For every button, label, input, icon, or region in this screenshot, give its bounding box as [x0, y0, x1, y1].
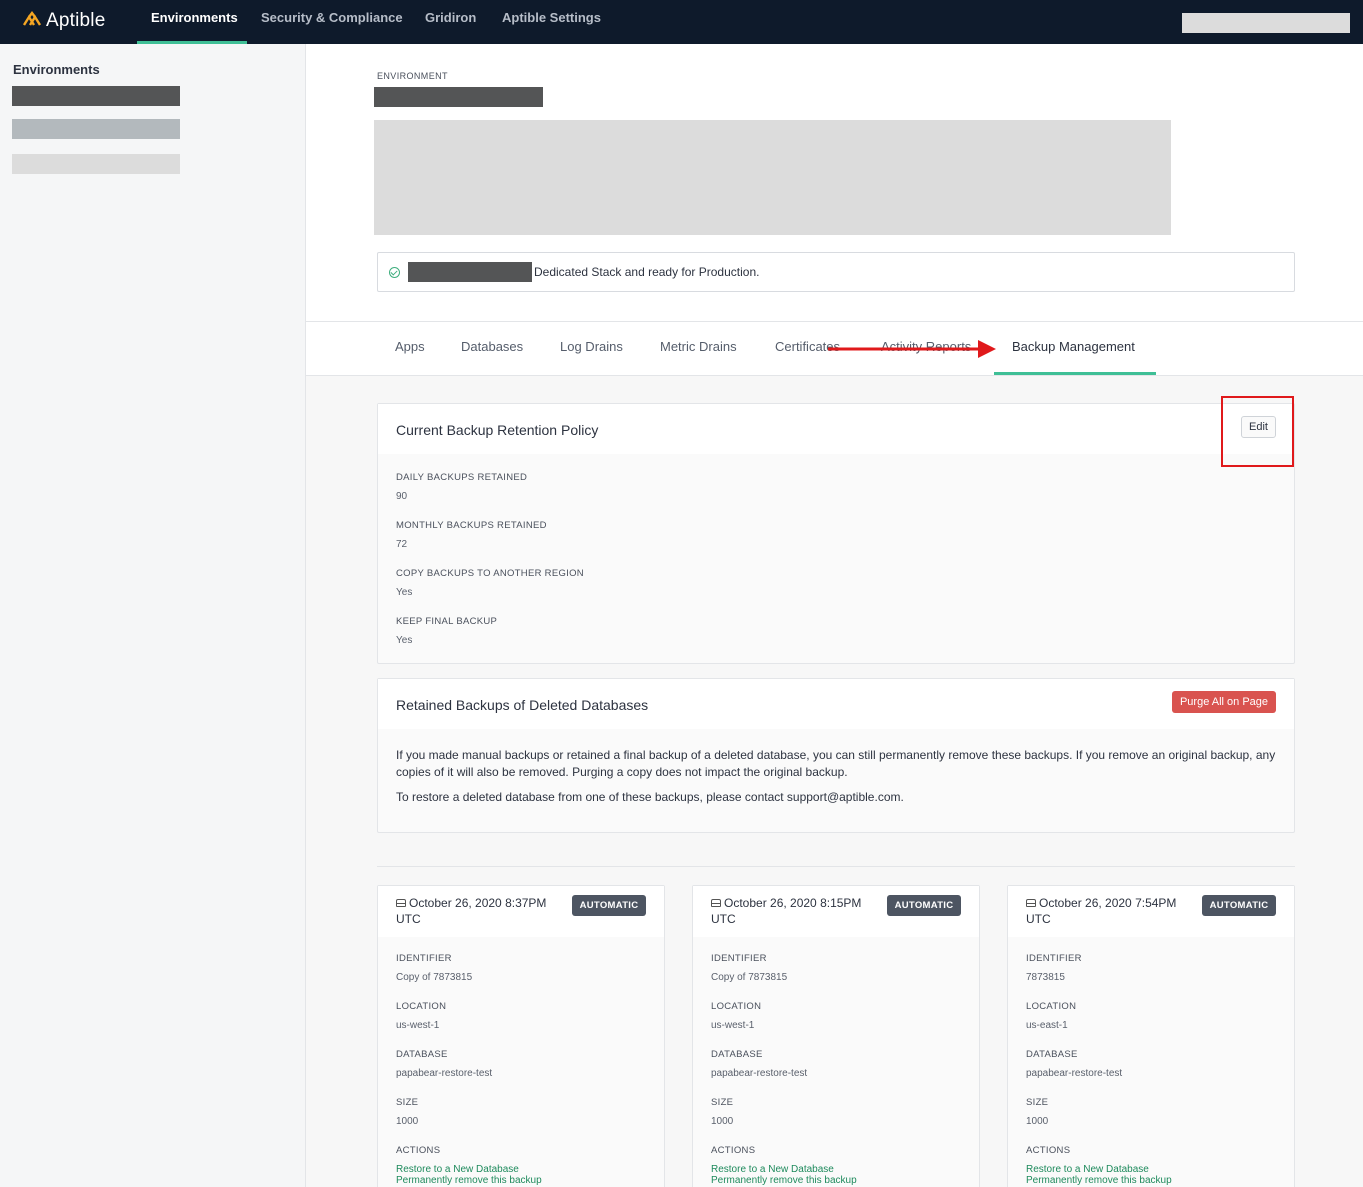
actions-label: ACTIONS [1026, 1145, 1071, 1156]
database-label: DATABASE [396, 1049, 448, 1060]
sidebar-item-redacted[interactable] [12, 119, 180, 139]
disk-icon [1026, 899, 1036, 907]
daily-backups-value: 90 [396, 491, 408, 502]
deleted-backups-contact: To restore a deleted database from one o… [396, 790, 904, 804]
nav-gridiron[interactable]: Gridiron [425, 0, 476, 44]
identifier-label: IDENTIFIER [711, 953, 767, 964]
environment-name-redacted [374, 87, 543, 107]
size-value: 1000 [1026, 1116, 1049, 1127]
retention-policy-header: Current Backup Retention Policy [378, 404, 1294, 454]
size-value: 1000 [396, 1116, 419, 1127]
nav-environments[interactable]: Environments [151, 0, 238, 44]
environment-tabs: Apps Databases Log Drains Metric Drains … [306, 322, 1363, 376]
annotation-highlight-box [1221, 396, 1294, 467]
aptible-logo-icon [22, 11, 42, 26]
location-label: LOCATION [1026, 1001, 1077, 1012]
sidebar-item-redacted[interactable] [12, 86, 180, 106]
copy-backups-value: Yes [396, 587, 413, 598]
tab-databases[interactable]: Databases [461, 339, 523, 354]
backup-date: October 26, 2020 8:37PM UTC [396, 895, 556, 927]
location-value: us-east-1 [1026, 1020, 1068, 1031]
deleted-backups-description: If you made manual backups or retained a… [396, 748, 1276, 779]
backup-card-header: October 26, 2020 7:54PM UTC AUTOMATIC [1008, 886, 1294, 937]
location-label: LOCATION [711, 1001, 762, 1012]
database-value: papabear-restore-test [1026, 1068, 1123, 1079]
keep-final-backup-label: KEEP FINAL BACKUP [396, 616, 498, 627]
monthly-backups-label: MONTHLY BACKUPS RETAINED [396, 520, 547, 531]
size-label: SIZE [1026, 1097, 1049, 1108]
backup-date-text: October 26, 2020 8:37PM UTC [396, 896, 547, 926]
deleted-backups-title: Retained Backups of Deleted Databases [396, 697, 649, 713]
backup-date-text: October 26, 2020 7:54PM UTC [1026, 896, 1177, 926]
monthly-backups-value: 72 [396, 539, 408, 550]
environment-header: ENVIRONMENT Dedicated Stack and ready fo… [306, 44, 1363, 322]
actions-label: ACTIONS [396, 1145, 441, 1156]
database-label: DATABASE [1026, 1049, 1078, 1060]
backup-card-header: October 26, 2020 8:37PM UTC AUTOMATIC [378, 886, 664, 937]
daily-backups-label: DAILY BACKUPS RETAINED [396, 472, 528, 483]
database-value: papabear-restore-test [396, 1068, 493, 1079]
tab-active-indicator [994, 372, 1156, 375]
nav-security-compliance[interactable]: Security & Compliance [261, 0, 403, 44]
backup-card: October 26, 2020 7:54PM UTC AUTOMATIC ID… [1007, 885, 1295, 1187]
size-value: 1000 [711, 1116, 734, 1127]
aptible-logo[interactable]: Aptible [22, 8, 106, 34]
backup-card: October 26, 2020 8:15PM UTC AUTOMATIC ID… [692, 885, 980, 1187]
identifier-value: Copy of 7873815 [396, 972, 473, 983]
backup-type-badge: AUTOMATIC [572, 895, 646, 916]
tab-metric-drains[interactable]: Metric Drains [660, 339, 737, 354]
retention-policy-card: Current Backup Retention Policy DAILY BA… [377, 403, 1295, 664]
disk-icon [711, 899, 721, 907]
sidebar-title: Environments [13, 62, 100, 77]
disk-icon [396, 899, 406, 907]
retention-policy-title: Current Backup Retention Policy [396, 422, 599, 438]
backup-card-header: October 26, 2020 8:15PM UTC AUTOMATIC [693, 886, 979, 937]
nav-aptible-settings[interactable]: Aptible Settings [502, 0, 601, 44]
identifier-label: IDENTIFIER [396, 953, 452, 964]
status-text: Dedicated Stack and ready for Production… [534, 265, 760, 279]
actions-label: ACTIONS [711, 1145, 756, 1156]
backup-date: October 26, 2020 7:54PM UTC [1026, 895, 1186, 927]
database-label: DATABASE [711, 1049, 763, 1060]
backup-type-badge: AUTOMATIC [887, 895, 961, 916]
backup-type-badge: AUTOMATIC [1202, 895, 1276, 916]
user-menu-redacted[interactable] [1182, 13, 1350, 33]
top-nav: Aptible Environments Security & Complian… [0, 0, 1363, 44]
location-value: us-west-1 [711, 1020, 755, 1031]
purge-all-button[interactable]: Purge All on Page [1172, 691, 1276, 713]
remove-backup-link[interactable]: Permanently remove this backup [1026, 1175, 1172, 1186]
restore-backup-link[interactable]: Restore to a New Database [1026, 1164, 1149, 1175]
tab-backup-management[interactable]: Backup Management [1012, 339, 1135, 354]
logo-text: Aptible [46, 10, 106, 31]
sidebar-item-redacted[interactable] [12, 154, 180, 174]
tab-apps[interactable]: Apps [395, 339, 425, 354]
annotation-arrow-icon [828, 340, 996, 358]
environment-label: ENVIRONMENT [377, 71, 448, 81]
size-label: SIZE [396, 1097, 419, 1108]
database-value: papabear-restore-test [711, 1068, 808, 1079]
keep-final-backup-value: Yes [396, 635, 413, 646]
location-label: LOCATION [396, 1001, 447, 1012]
identifier-value: Copy of 7873815 [711, 972, 788, 983]
identifier-label: IDENTIFIER [1026, 953, 1082, 964]
restore-backup-link[interactable]: Restore to a New Database [396, 1164, 519, 1175]
backup-date: October 26, 2020 8:15PM UTC [711, 895, 871, 927]
section-divider [377, 866, 1295, 867]
identifier-value: 7873815 [1026, 972, 1065, 983]
check-circle-icon [389, 267, 400, 278]
location-value: us-west-1 [396, 1020, 440, 1031]
size-label: SIZE [711, 1097, 734, 1108]
remove-backup-link[interactable]: Permanently remove this backup [711, 1175, 857, 1186]
stack-name-redacted [408, 262, 532, 282]
sidebar: Environments [0, 44, 306, 1187]
restore-backup-link[interactable]: Restore to a New Database [711, 1164, 834, 1175]
deleted-backups-header: Retained Backups of Deleted Databases [378, 679, 1294, 729]
backup-date-text: October 26, 2020 8:15PM UTC [711, 896, 862, 926]
environment-details-redacted [374, 120, 1171, 235]
remove-backup-link[interactable]: Permanently remove this backup [396, 1175, 542, 1186]
backup-card: October 26, 2020 8:37PM UTC AUTOMATIC ID… [377, 885, 665, 1187]
environment-status: Dedicated Stack and ready for Production… [377, 252, 1295, 292]
tab-log-drains[interactable]: Log Drains [560, 339, 623, 354]
copy-backups-label: COPY BACKUPS TO ANOTHER REGION [396, 568, 584, 579]
